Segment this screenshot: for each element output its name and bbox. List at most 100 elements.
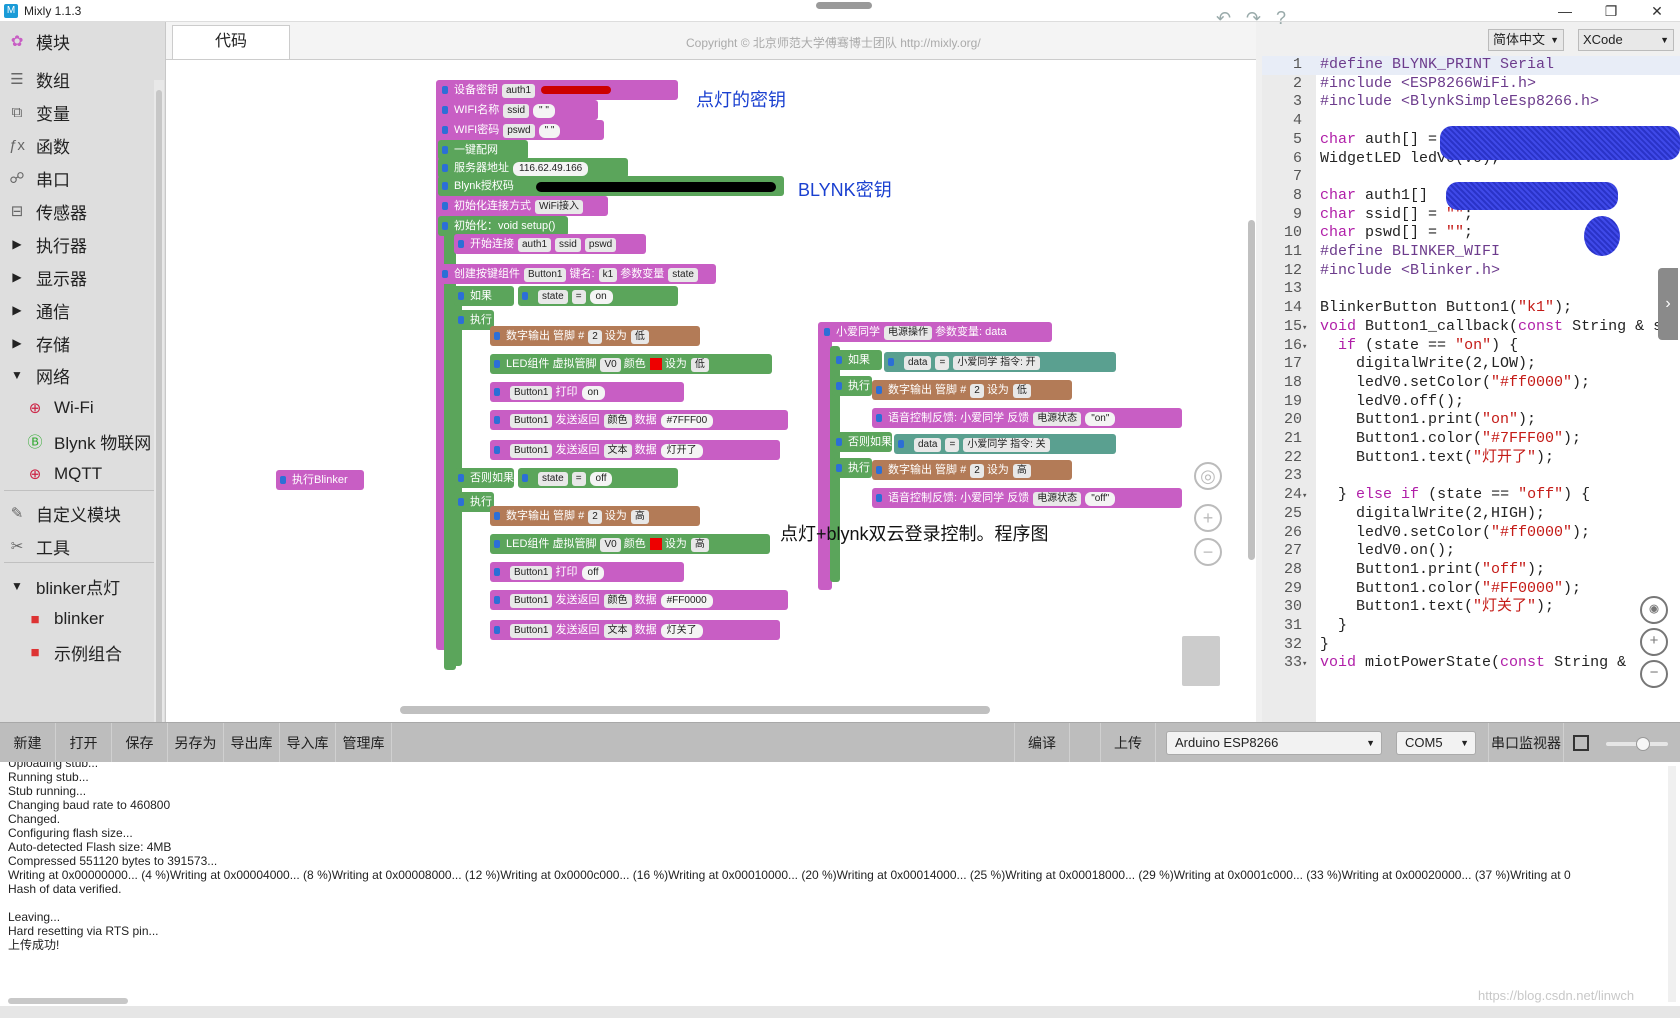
block-condition[interactable]: data = 小爱同学 指令: 关: [894, 434, 1116, 454]
block-button-print[interactable]: Button1 打印 on: [490, 382, 684, 402]
new-button[interactable]: 新建: [0, 723, 56, 763]
help-icon[interactable]: ?: [1276, 8, 1286, 29]
sidebar-item-examples[interactable]: ■ 示例组合: [0, 637, 152, 667]
compile-button[interactable]: 编译: [1014, 723, 1070, 763]
sidebar-scroll-thumb[interactable]: [156, 90, 162, 730]
block-button-color[interactable]: Button1 发送返回 颜色 数据 #7FFF00: [490, 410, 788, 430]
sidebar-item-array[interactable]: ☰ 数组: [0, 64, 152, 94]
block-button-text[interactable]: Button1 发送返回 文本 数据 灯关了: [490, 620, 780, 640]
sidebar-item-sensor[interactable]: ⊟ 传感器: [0, 196, 152, 226]
block-wifi-name[interactable]: WIFI名称 ssid " ": [438, 100, 598, 120]
collapse-code-panel-button[interactable]: ›: [1658, 268, 1678, 340]
open-button[interactable]: 打开: [56, 723, 112, 763]
block-button-print[interactable]: Button1 打印 off: [490, 562, 684, 582]
code-line[interactable]: 28 Button1.print("off");: [1262, 560, 1680, 580]
code-line[interactable]: 31 }: [1262, 616, 1680, 636]
sidebar-item-serial[interactable]: ☍ 串口: [0, 163, 152, 193]
color-swatch[interactable]: [649, 358, 662, 371]
code-line[interactable]: 27 ledV0.on();: [1262, 541, 1680, 561]
code-line[interactable]: 20 Button1.print("on");: [1262, 410, 1680, 430]
block-one-key-config[interactable]: 一键配网: [438, 140, 528, 160]
block-server-addr[interactable]: 服务器地址 116.62.49.166: [438, 158, 628, 178]
block-else-if[interactable]: 否则如果: [832, 432, 892, 452]
sidebar-item-blynk[interactable]: Ⓑ Blynk 物联网: [0, 426, 152, 456]
block-create-button[interactable]: 创建按键组件 Button1 键名: k1 参数变量 state: [438, 264, 716, 284]
zoom-out-icon[interactable]: −: [1194, 538, 1222, 566]
sidebar-scrollbar[interactable]: [154, 80, 164, 740]
minimize-button[interactable]: —: [1542, 0, 1588, 22]
code-line[interactable]: 29 Button1.color("#FF0000");: [1262, 579, 1680, 599]
trash-icon[interactable]: [1182, 636, 1220, 686]
sidebar-item-tools[interactable]: ✂ 工具: [0, 531, 152, 561]
sidebar-item-storage[interactable]: ▶ 存储: [0, 328, 152, 358]
code-line[interactable]: 3 #include <BlynkSimpleEsp8266.h>: [1262, 92, 1680, 112]
code-line[interactable]: 30 Button1.text("灯关了");: [1262, 597, 1680, 617]
color-swatch[interactable]: [649, 538, 662, 551]
fold-arrow-icon[interactable]: ▾: [1302, 654, 1312, 674]
sidebar-item-blinker[interactable]: ■ blinker: [0, 604, 152, 634]
workspace-hscrollbar[interactable]: [400, 706, 990, 714]
maximize-button[interactable]: ❐: [1588, 0, 1634, 22]
code-zoom-in-icon[interactable]: +: [1640, 628, 1668, 656]
block-condition[interactable]: state = on: [518, 286, 678, 306]
zoom-slider[interactable]: [1606, 737, 1668, 751]
block-led-widget[interactable]: LED组件 虚拟管脚 V0 颜色 设为高: [490, 534, 770, 554]
code-editor[interactable]: 1 #define BLYNK_PRINT Serial 2 #include <ES…: [1262, 56, 1680, 722]
redo-icon[interactable]: ↷: [1246, 8, 1261, 29]
sidebar-item-custom-module[interactable]: ✎ 自定义模块: [0, 498, 152, 528]
block-xiaoai-power[interactable]: 小爱同学 电源操作 参数变量: data: [820, 322, 1052, 342]
tab-code[interactable]: 代码: [172, 25, 290, 59]
block-digital-write[interactable]: 数字输出 管脚 #2 设为高: [490, 506, 700, 526]
blocks-workspace[interactable]: 设备密钥 auth1 WIFI名称 ssid " " WIFI密码 pswd " " 一键…: [166, 60, 1256, 722]
code-line[interactable]: 17 digitalWrite(2,LOW);: [1262, 354, 1680, 374]
export-lib-button[interactable]: 导出库: [224, 723, 280, 763]
block-digital-write[interactable]: 数字输出 管脚 #2 设为低: [490, 326, 700, 346]
code-line[interactable]: 13: [1262, 279, 1680, 299]
code-zoom-out-icon[interactable]: −: [1640, 660, 1668, 688]
board-select[interactable]: Arduino ESP8266 ▼: [1166, 731, 1382, 755]
code-line[interactable]: 1 #define BLYNK_PRINT Serial: [1262, 56, 1680, 75]
sidebar-item-variable[interactable]: ⧉ 变量: [0, 97, 152, 127]
theme-select[interactable]: XCode ▼: [1578, 29, 1674, 51]
block-device-key[interactable]: 设备密钥 auth1: [438, 80, 678, 100]
upload-button[interactable]: 上传: [1100, 723, 1156, 763]
undo-icon[interactable]: ↶: [1216, 8, 1231, 29]
block-else-if[interactable]: 否则如果: [454, 468, 514, 488]
code-recenter-icon[interactable]: ◉: [1640, 596, 1668, 624]
sidebar-item-wifi[interactable]: ⊕ Wi-Fi: [0, 393, 152, 423]
block-init-conn[interactable]: 初始化连接方式 WiFi接入: [438, 196, 608, 216]
block-wifi-pwd[interactable]: WIFI密码 pswd " ": [438, 120, 604, 140]
code-line[interactable]: 22 Button1.text("灯开了");: [1262, 448, 1680, 468]
code-line[interactable]: 26 ledV0.setColor("#ff0000");: [1262, 523, 1680, 543]
console-hscrollbar[interactable]: [8, 998, 128, 1004]
block-voice-feedback[interactable]: 语音控制反馈: 小爱同学 反馈 电源状态 "on": [872, 408, 1182, 428]
recenter-icon[interactable]: ◎: [1194, 462, 1222, 490]
sidebar-item-network[interactable]: ▼ 网络: [0, 360, 152, 390]
block-digital-write[interactable]: 数字输出 管脚 #2 设为低: [872, 380, 1072, 400]
sidebar-item-blinker-group[interactable]: ▼ blinker点灯: [0, 571, 152, 601]
block-voice-feedback[interactable]: 语音控制反馈: 小爱同学 反馈 电源状态 "off": [872, 488, 1182, 508]
code-line[interactable]: 21 Button1.color("#7FFF00");: [1262, 429, 1680, 449]
code-line[interactable]: 33▾ void miotPowerState(const String &: [1262, 653, 1680, 673]
block-start-conn[interactable]: 开始连接 auth1 ssid pswd: [454, 234, 646, 254]
save-button[interactable]: 保存: [112, 723, 168, 763]
code-line[interactable]: 15▾ void Button1_callback(const String & …: [1262, 317, 1680, 337]
port-select[interactable]: COM5 ▼: [1396, 731, 1476, 755]
sidebar-item-mqtt[interactable]: ⊕ MQTT: [0, 459, 152, 489]
code-line[interactable]: 18 ledV0.setColor("#ff0000");: [1262, 373, 1680, 393]
manage-lib-button[interactable]: 管理库: [336, 723, 392, 763]
block-init-setup[interactable]: 初始化：void setup(): [438, 216, 568, 236]
sidebar-item-function[interactable]: ƒx 函数: [0, 130, 152, 160]
sidebar-item-communication[interactable]: ▶ 通信: [0, 295, 152, 325]
chip-icon[interactable]: [1573, 735, 1589, 751]
workspace-vscrollbar[interactable]: [1248, 220, 1255, 560]
code-line[interactable]: 25 digitalWrite(2,HIGH);: [1262, 504, 1680, 524]
block-button-text[interactable]: Button1 发送返回 文本 数据 灯开了: [490, 440, 780, 460]
output-console[interactable]: Uploading stub... Running stub... Stub run…: [0, 762, 1680, 1006]
zoom-in-icon[interactable]: +: [1194, 504, 1222, 532]
block-led-widget[interactable]: LED组件 虚拟管脚 V0 颜色 设为低: [490, 354, 772, 374]
block-button-color[interactable]: Button1 发送返回 颜色 数据 #FF0000: [490, 590, 788, 610]
sidebar-item-blocks[interactable]: ✿ 模块: [0, 26, 152, 56]
language-select[interactable]: 简体中文 ▼: [1488, 29, 1564, 51]
sidebar-item-display[interactable]: ▶ 显示器: [0, 262, 152, 292]
